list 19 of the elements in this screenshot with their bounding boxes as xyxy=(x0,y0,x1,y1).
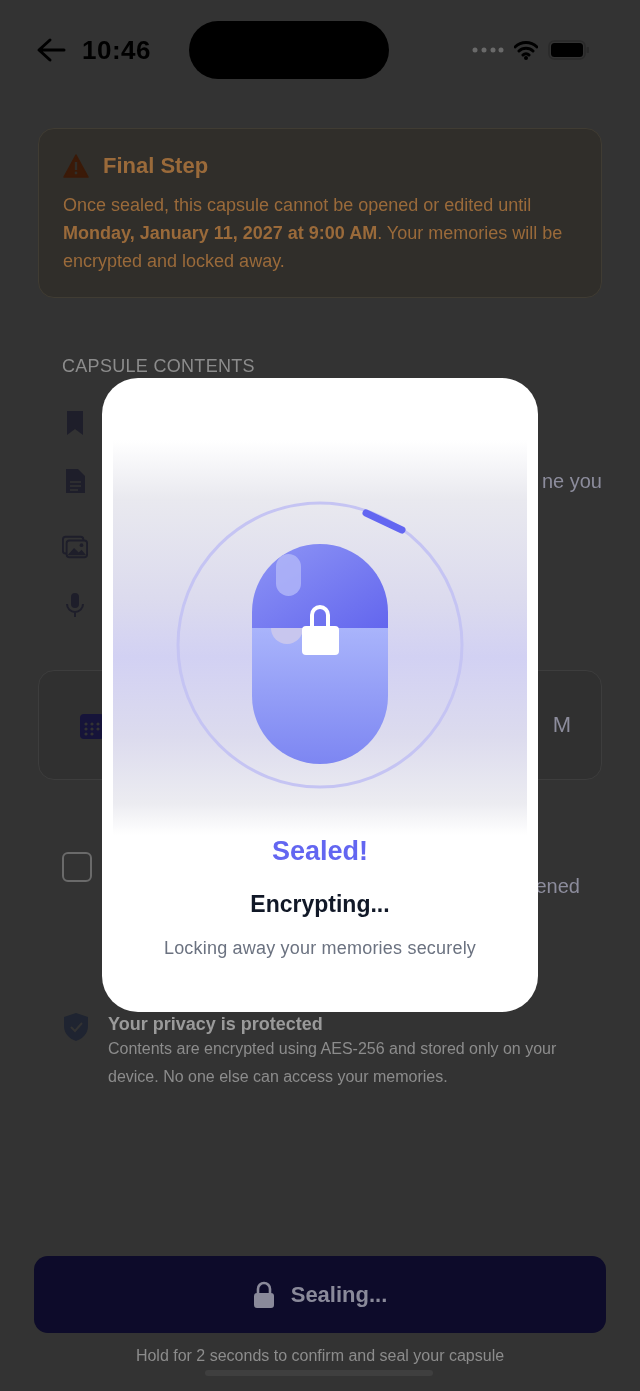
dialog-message: Locking away your memories securely xyxy=(163,938,477,959)
section-heading: CAPSULE CONTENTS xyxy=(62,356,256,378)
signal-icon xyxy=(472,47,504,53)
lock-icon xyxy=(252,1280,275,1309)
warning-message: Once sealed, this capsule cannot be opened or edited until Monday, January 11, 2027 at 9:00 AM. Your memories will be encrypted and locked away. xyxy=(63,194,564,273)
dialog-title: Sealed! xyxy=(271,835,368,867)
dialog-status: Encrypting... xyxy=(250,891,390,918)
seal-button[interactable]: Sealing... xyxy=(34,1256,606,1333)
date-text: M xyxy=(552,712,571,738)
confirm-checkbox[interactable] xyxy=(62,852,92,882)
privacy-title: Your privacy is protected xyxy=(108,1014,324,1035)
back-arrow-icon[interactable] xyxy=(36,37,66,63)
content-text: ne you xyxy=(541,469,602,493)
privacy-description: Contents are encrypted using AES-256 and stored only on your device. No one else can access your memories. xyxy=(108,1039,558,1087)
wifi-icon xyxy=(514,40,538,60)
warning-icon xyxy=(63,154,89,178)
hint-text: Hold for 2 seconds to confirm and seal your capsule xyxy=(134,1347,506,1365)
warning-title: Final Step xyxy=(103,153,209,179)
battery-icon xyxy=(548,40,590,60)
